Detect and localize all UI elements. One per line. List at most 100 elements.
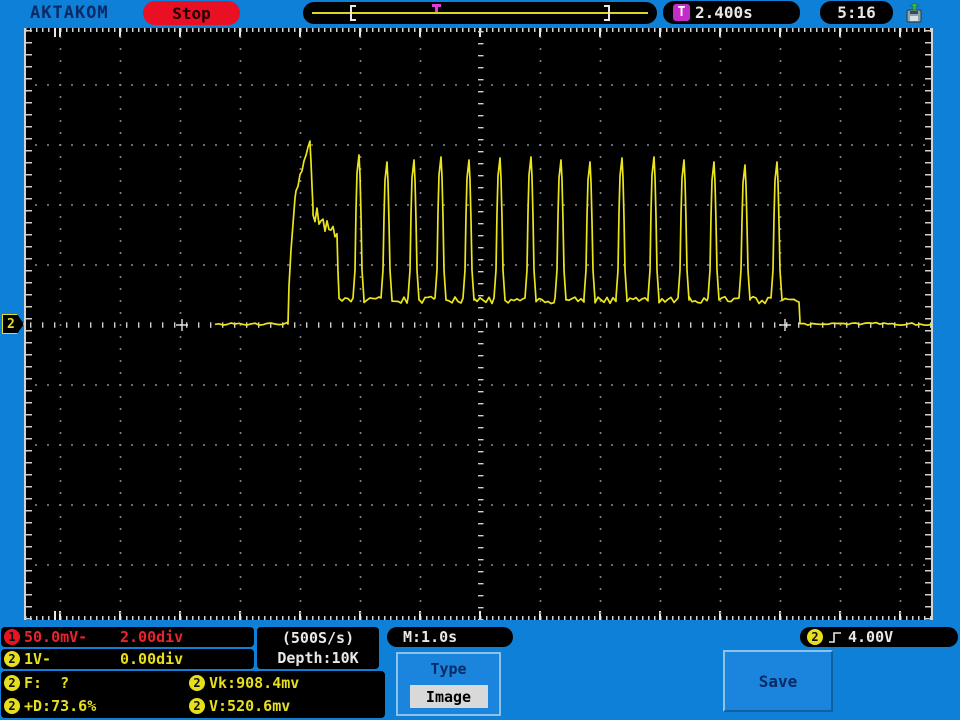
ch2-readout: 2 1V- 0.00div: [1, 649, 254, 669]
measurements-panel: 2 F: ? 2 Vk:908.4mv 2 +D:73.6% 2 V:520.6…: [1, 671, 385, 718]
window-left-bracket-icon: [350, 5, 356, 21]
h-axis-tick: [42, 322, 44, 328]
v-axis-tick: [478, 595, 484, 597]
v-axis-tick: [478, 127, 484, 129]
v-axis-tick: [478, 271, 484, 273]
v-axis-tick: [478, 43, 484, 45]
v-axis-tick: [478, 175, 484, 177]
measurement-duty: 2 +D:73.6%: [1, 697, 186, 715]
h-axis-tick: [714, 322, 716, 328]
v-axis-tick: [478, 607, 484, 609]
h-axis-tick: [462, 322, 464, 328]
measurement-v: 2 V:520.6mv: [186, 697, 385, 715]
v-axis-tick: [478, 55, 484, 57]
h-axis-tick: [66, 322, 68, 328]
acquisition-readout: (500S/s) Depth:10K: [257, 627, 379, 669]
v-axis-tick: [478, 151, 484, 153]
h-axis-tick: [162, 322, 164, 328]
h-axis-tick: [306, 322, 308, 328]
meas-ch-badge: 2: [189, 674, 205, 691]
sample-rate: (500S/s): [281, 629, 355, 647]
trigger-time-readout: T 2.400s: [663, 1, 800, 24]
v-axis-tick: [478, 163, 484, 165]
h-axis-tick: [702, 322, 704, 328]
v-axis-tick: [478, 523, 484, 525]
h-axis-tick: [198, 322, 200, 328]
h-axis-tick: [594, 322, 596, 328]
measurement-frequency: 2 F: ?: [1, 674, 186, 692]
type-menu[interactable]: Type Image: [396, 652, 501, 716]
h-axis-tick: [150, 322, 152, 328]
h-axis-tick: [30, 322, 32, 328]
v-axis-tick: [478, 319, 484, 321]
h-axis-tick: [582, 322, 584, 328]
h-axis-tick: [558, 322, 560, 328]
brand-logo: AKTAKOM: [30, 3, 109, 23]
h-axis-tick: [90, 322, 92, 328]
v-axis-tick: [478, 283, 484, 285]
v-axis-tick: [478, 463, 484, 465]
meas-value: +D:73.6%: [24, 696, 97, 715]
memory-depth: Depth:10K: [277, 649, 359, 667]
h-axis-tick: [330, 322, 332, 328]
v-axis-tick: [478, 391, 484, 393]
ch2-ground-marker[interactable]: 2: [2, 314, 24, 334]
ch1-badge: 1: [4, 629, 20, 645]
v-axis-tick: [478, 427, 484, 429]
h-axis-tick: [750, 322, 752, 328]
v-axis-tick: [478, 355, 484, 357]
meas-value: V:520.6mv: [209, 696, 291, 715]
trigger-t-icon: T: [673, 4, 690, 21]
h-axis-tick: [738, 322, 740, 328]
waveform-display: [24, 28, 933, 620]
v-axis-tick: [478, 487, 484, 489]
h-axis-tick: [138, 322, 140, 328]
trigger-source-badge: 2: [807, 629, 823, 645]
h-axis-tick: [318, 322, 320, 328]
v-axis-tick: [478, 187, 484, 189]
h-axis-tick: [534, 322, 536, 328]
h-axis-tick: [126, 322, 128, 328]
h-axis-tick: [822, 322, 824, 328]
measurement-vk: 2 Vk:908.4mv: [186, 674, 385, 692]
v-axis-tick: [478, 91, 484, 93]
h-axis-tick: [774, 322, 776, 328]
v-axis-tick: [478, 235, 484, 237]
trigger-position-bar[interactable]: [303, 2, 657, 24]
h-axis-tick: [522, 322, 524, 328]
h-axis-tick: [402, 322, 404, 328]
v-axis-tick: [478, 619, 484, 620]
h-axis-tick: [570, 322, 572, 328]
ch2-ground-marker-label: 2: [7, 316, 15, 332]
meas-ch-badge: 2: [4, 697, 20, 714]
v-axis-tick: [478, 259, 484, 261]
h-axis-tick: [546, 322, 548, 328]
ch1-readout: 1 50.0mV- 2.00div: [1, 627, 254, 647]
h-axis-tick: [630, 322, 632, 328]
ch1-scale: 50.0mV-: [24, 628, 88, 646]
v-axis-tick: [478, 511, 484, 513]
h-axis-tick: [114, 322, 116, 328]
h-axis-tick: [174, 322, 176, 328]
h-axis-tick: [378, 322, 380, 328]
h-axis-tick: [438, 322, 440, 328]
h-axis-tick: [654, 322, 656, 328]
h-axis-tick: [690, 322, 692, 328]
v-axis-tick: [478, 79, 484, 81]
ch1-offset: 2.00div: [120, 628, 184, 646]
type-menu-selected-image[interactable]: Image: [409, 685, 488, 708]
v-axis-tick: [478, 367, 484, 369]
trigger-level-readout: 2 4.00V: [800, 627, 958, 647]
record-span-line: [312, 12, 648, 14]
v-axis-tick: [478, 31, 484, 33]
save-button[interactable]: Save: [723, 650, 833, 712]
usb-disk-icon: [906, 3, 922, 23]
h-axis-tick: [450, 322, 452, 328]
h-axis-tick: [642, 322, 644, 328]
v-axis-tick: [478, 307, 484, 309]
h-axis-tick: [54, 322, 56, 328]
ch2-badge: 2: [4, 651, 20, 667]
stop-button[interactable]: Stop: [143, 1, 240, 25]
h-axis-tick: [762, 322, 764, 328]
h-axis-tick: [498, 322, 500, 328]
